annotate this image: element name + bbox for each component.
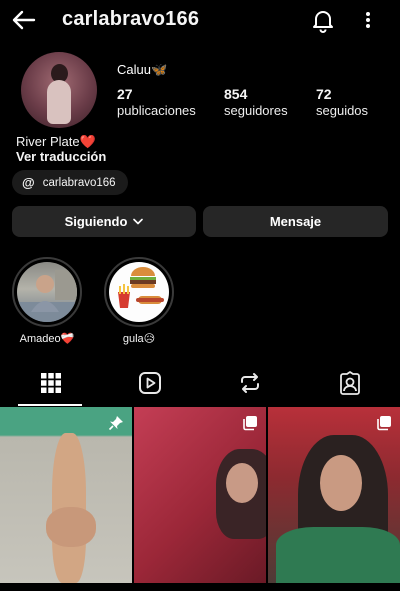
followers-count: 854 <box>224 86 248 102</box>
posts-label: publicaciones <box>117 103 196 118</box>
post-figure <box>226 463 258 503</box>
carousel-icon <box>377 416 391 431</box>
highlight-cover-photo <box>17 262 77 322</box>
followers-label: seguidores <box>224 103 288 118</box>
following-count: 72 <box>316 86 332 102</box>
post-figure <box>320 455 362 511</box>
display-name: Caluu🦋 <box>117 62 168 77</box>
profile-bio: River Plate❤️ <box>16 134 96 149</box>
post-figure <box>276 527 400 583</box>
chevron-down-icon <box>133 218 144 225</box>
profile-tabs <box>0 366 400 406</box>
stat-posts: 27 publicaciones <box>117 86 196 118</box>
message-button[interactable]: Mensaje <box>203 206 388 237</box>
child-photo-icon <box>17 270 77 322</box>
highlight-ring <box>12 257 82 327</box>
tagged-icon[interactable] <box>337 370 363 396</box>
posts-count: 27 <box>117 86 133 102</box>
post-figure <box>46 507 96 547</box>
post-thumbnail[interactable] <box>0 407 132 583</box>
following-label: seguidos <box>316 103 369 118</box>
see-translation-link[interactable]: Ver traducción <box>16 149 106 164</box>
arrow-left-icon[interactable] <box>10 6 38 34</box>
avatar-figure <box>47 80 71 124</box>
burger-food-icon <box>118 267 164 308</box>
grid-icon[interactable] <box>38 370 64 396</box>
profile-avatar[interactable] <box>21 52 97 128</box>
reels-icon[interactable] <box>137 370 163 396</box>
reposts-icon[interactable] <box>237 370 263 396</box>
post-thumbnail[interactable] <box>134 407 266 583</box>
highlight-cover-food <box>109 262 169 322</box>
highlight-amadeo[interactable]: Amadeo❤️‍🩹 <box>12 257 82 345</box>
threads-handle: carlabravo166 <box>42 176 116 189</box>
highlight-gula[interactable]: gula😥 <box>104 257 174 345</box>
profile-username: carlabravo166 <box>62 8 200 30</box>
more-vertical-icon[interactable] <box>356 6 380 34</box>
threads-icon: @ <box>22 175 35 190</box>
bell-icon[interactable] <box>309 6 337 34</box>
highlight-title: gula😥 <box>122 333 156 345</box>
following-button[interactable]: Siguiendo <box>12 206 196 237</box>
stat-followers[interactable]: 854 seguidores <box>224 86 288 118</box>
top-bar: carlabravo166 <box>0 0 400 44</box>
active-tab-indicator <box>18 404 82 406</box>
message-button-label: Mensaje <box>269 214 322 229</box>
stat-following[interactable]: 72 seguidos <box>316 86 368 118</box>
post-thumbnail[interactable] <box>268 407 400 583</box>
threads-badge[interactable]: @ carlabravo166 <box>12 170 128 195</box>
following-button-label: Siguiendo <box>64 214 128 229</box>
carousel-icon <box>243 416 257 431</box>
highlight-ring <box>104 257 174 327</box>
pin-icon <box>108 416 123 431</box>
highlight-title: Amadeo❤️‍🩹 <box>19 333 75 345</box>
